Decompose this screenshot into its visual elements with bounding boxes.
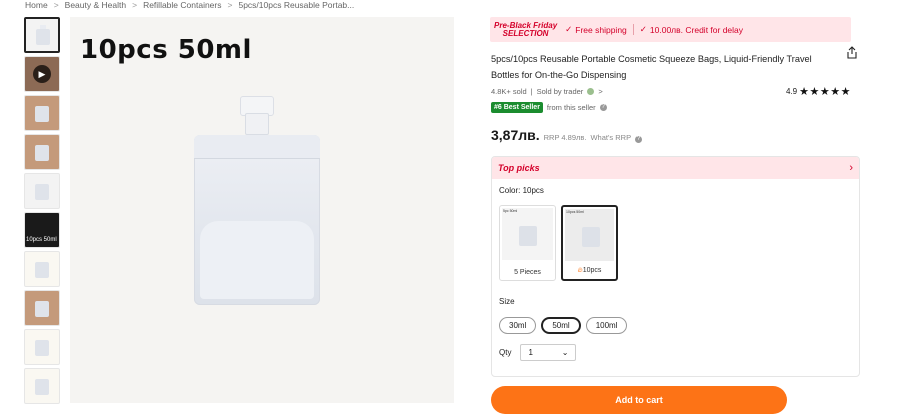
breadcrumb-home[interactable]: Home (25, 0, 48, 12)
thumbnail-pouch-image (35, 301, 49, 317)
quantity-select[interactable]: 1 ⌄ (520, 344, 577, 361)
thumbnail-pouch-image (36, 29, 50, 45)
sold-count: 4.8K+ sold (491, 87, 527, 96)
variant-image: 5pc 50ml (502, 208, 553, 260)
size-100ml-button[interactable]: 100ml (585, 317, 628, 334)
variant-pouch-image (582, 227, 600, 247)
info-icon[interactable]: ? (599, 104, 607, 111)
breadcrumb-current: 5pcs/10pcs Reusable Portab... (238, 0, 355, 10)
variant-label-row: 🔥︎10pcs (563, 267, 616, 275)
breadcrumb-separator: > (227, 0, 233, 10)
check-icon: ✓ (565, 24, 573, 34)
add-to-cart-button[interactable]: Add to cart (491, 386, 787, 414)
best-seller-row: #6 Best Seller from this seller ? (491, 102, 607, 113)
chevron-down-icon: ⌄ (561, 348, 569, 357)
variant-label: 5 Pieces (514, 269, 541, 276)
rrp-price: RRP 4.89лв. (543, 133, 587, 142)
quantity-row: Qty 1 ⌄ (499, 344, 577, 361)
pouch-seal (194, 135, 320, 159)
price-row: 3,87лв. RRP 4.89лв. What's RRP ? (491, 127, 643, 143)
breadcrumb-beauty-health[interactable]: Beauty & Health (65, 0, 126, 12)
breadcrumb-separator: > (53, 0, 59, 10)
variant-5-pieces[interactable]: 5pc 50ml 5 Pieces (499, 205, 556, 281)
variant-pouch-image (519, 226, 537, 246)
thumbnail-strip: ▶ 10pcs 50ml (24, 17, 62, 404)
squeeze-pouch-image (194, 135, 320, 305)
chevron-right-icon: › (849, 162, 853, 174)
variant-10pcs[interactable]: 10pcs 50ml 🔥︎10pcs (561, 205, 618, 281)
delay-credit: ✓ 10.00лв. Credit for delay (640, 24, 743, 35)
pouch-spout (245, 113, 269, 135)
promo-brand-line2: SELECTION (502, 28, 549, 38)
main-product-image[interactable]: 10pcs 50ml (70, 17, 454, 403)
chevron-right-icon[interactable]: > (598, 87, 602, 96)
pouch-liquid (200, 221, 314, 299)
thumbnail-pouch-image (35, 106, 49, 122)
thumbnail-5[interactable] (24, 173, 60, 209)
best-seller-text: from this seller (546, 103, 596, 112)
thumbnail-4[interactable] (24, 134, 60, 170)
size-options: 30ml 50ml 100ml (499, 317, 628, 334)
color-label: Color: 10pcs (499, 186, 544, 195)
thumbnail-2[interactable]: ▶ (24, 56, 60, 92)
size-label: Size (499, 297, 515, 306)
promo-brand: Pre-Black Friday SELECTION (494, 21, 557, 38)
thumbnail-pouch-image (35, 184, 49, 200)
rating-value: 4.9 (786, 87, 798, 96)
thumbnail-3[interactable] (24, 95, 60, 131)
thumbnail-6[interactable]: 10pcs 50ml (24, 212, 60, 248)
thumbnail-10[interactable] (24, 368, 60, 404)
info-icon[interactable]: ? (635, 136, 643, 143)
options-panel: Top picks › Color: 10pcs 5pc 50ml 5 Piec… (491, 156, 860, 377)
product-title: 5pcs/10pcs Reusable Portable Cosmetic Sq… (491, 54, 812, 80)
seller-avatar (587, 88, 595, 95)
promo-banner[interactable]: Pre-Black Friday SELECTION ✓ Free shippi… (490, 17, 851, 42)
image-overlay-text: 10pcs 50ml (80, 35, 252, 65)
thumbnail-pouch-image (35, 379, 49, 395)
top-picks-bar[interactable]: Top picks › (492, 157, 859, 179)
breadcrumb-separator: > (132, 0, 138, 10)
delay-credit-label: 10.00лв. Credit for delay (649, 24, 744, 35)
size-50ml-button[interactable]: 50ml (541, 317, 581, 334)
variant-image-text: 5pc 50ml (503, 209, 518, 213)
breadcrumb: Home > Beauty & Health > Refillable Cont… (25, 0, 354, 12)
variant-label: 10pcs (582, 267, 602, 274)
free-shipping: ✓ Free shipping (565, 24, 627, 35)
thumbnail-label: 10pcs 50ml (26, 237, 57, 243)
thumbnail-8[interactable] (24, 290, 60, 326)
product-rating[interactable]: 4.9 ★★★★★ (786, 85, 851, 98)
thumbnail-9[interactable] (24, 329, 60, 365)
meta-separator: | (530, 87, 533, 96)
seller-link[interactable]: Sold by trader (537, 87, 584, 96)
variant-image: 10pcs 50ml (565, 209, 614, 261)
size-30ml-button[interactable]: 30ml (499, 317, 537, 334)
check-icon: ✓ (639, 24, 647, 34)
thumbnail-1[interactable] (24, 17, 60, 53)
best-seller-badge: #6 Best Seller (491, 102, 543, 113)
top-picks-label: Top picks (498, 163, 540, 173)
variant-image-text: 10pcs 50ml (566, 210, 584, 214)
star-icons: ★★★★★ (799, 86, 851, 98)
breadcrumb-refillable-containers[interactable]: Refillable Containers (143, 0, 221, 12)
play-icon: ▶ (33, 65, 51, 83)
whats-rrp-link[interactable]: What's RRP (590, 133, 631, 142)
promo-divider (632, 24, 634, 35)
thumbnail-7[interactable] (24, 251, 60, 287)
share-icon[interactable] (846, 46, 858, 59)
thumbnail-pouch-image (35, 340, 49, 356)
free-shipping-label: Free shipping (575, 24, 627, 35)
quantity-label: Qty (499, 348, 512, 357)
quantity-value: 1 (528, 348, 533, 357)
thumbnail-pouch-image (35, 145, 49, 161)
product-meta: 4.8K+ sold | Sold by trader > (491, 87, 603, 96)
thumbnail-pouch-image (35, 262, 49, 278)
price: 3,87лв. (491, 127, 540, 143)
